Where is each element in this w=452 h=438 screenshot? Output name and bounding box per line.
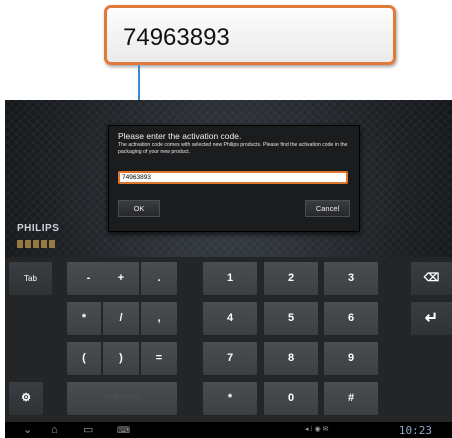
settings-key[interactable]: ⚙ <box>9 382 43 415</box>
backspace-icon: ⌫ <box>423 272 440 284</box>
key-equals[interactable]: = <box>141 342 177 375</box>
key-period[interactable]: . <box>141 262 177 295</box>
tablet-screen: PHILIPS Please enter the activation code… <box>5 100 452 438</box>
key-comma[interactable]: , <box>141 302 177 335</box>
keyboard-icon[interactable]: ⌨ <box>117 425 130 435</box>
cancel-button[interactable]: Cancel <box>305 200 350 217</box>
status-time: 10:23 <box>398 424 432 437</box>
activation-code-callout: 74963893 <box>104 5 396 65</box>
enter-key[interactable]: ↵ <box>411 302 452 335</box>
key-hash[interactable]: # <box>324 382 378 415</box>
system-bar: ⌄ ⌂ ▭ ⌨ ◂ ⁝ ◉ ✉ 10:23 <box>5 422 452 438</box>
key-1[interactable]: 1 <box>203 262 257 295</box>
tab-key[interactable]: Tab <box>9 262 52 295</box>
key-open-paren[interactable]: ( <box>67 342 101 375</box>
key-star[interactable]: * <box>203 382 257 415</box>
key-close-paren[interactable]: ) <box>103 342 139 375</box>
key-asterisk-symbol[interactable]: * <box>67 302 101 335</box>
key-9[interactable]: 9 <box>324 342 378 375</box>
key-slash[interactable]: / <box>103 302 139 335</box>
hide-keyboard-icon[interactable]: ⌄ <box>23 425 32 436</box>
dialog-message: The activation code comes with selected … <box>118 142 348 155</box>
activation-code-input[interactable]: 74963893 <box>118 171 348 184</box>
key-7[interactable]: 7 <box>203 342 257 375</box>
key-4[interactable]: 4 <box>203 302 257 335</box>
settings-icon: ⚙ <box>21 392 31 404</box>
space-key[interactable]: English (US) <box>67 382 177 415</box>
enter-icon: ↵ <box>424 310 439 327</box>
dialog-title: Please enter the activation code. <box>118 131 242 141</box>
key-0[interactable]: 0 <box>264 382 318 415</box>
key-6[interactable]: 6 <box>324 302 378 335</box>
key-5[interactable]: 5 <box>264 302 318 335</box>
home-icon[interactable]: ⌂ <box>51 425 58 436</box>
status-icons: ◂ ⁝ ◉ ✉ <box>305 426 329 433</box>
callout-value: 74963893 <box>123 24 230 51</box>
key-2[interactable]: 2 <box>264 262 318 295</box>
backspace-key[interactable]: ⌫ <box>411 262 452 295</box>
recent-apps-icon[interactable]: ▭ <box>83 425 93 436</box>
philips-logo-stars <box>17 240 55 248</box>
ok-button[interactable]: OK <box>118 200 160 217</box>
key-3[interactable]: 3 <box>324 262 378 295</box>
activation-dialog: Please enter the activation code. The ac… <box>108 125 360 232</box>
soft-keyboard: Tab - + . * / , ( ) = English (US) 1 2 3… <box>5 257 452 422</box>
key-plus[interactable]: + <box>103 262 139 295</box>
philips-logo: PHILIPS <box>17 223 60 234</box>
key-8[interactable]: 8 <box>264 342 318 375</box>
